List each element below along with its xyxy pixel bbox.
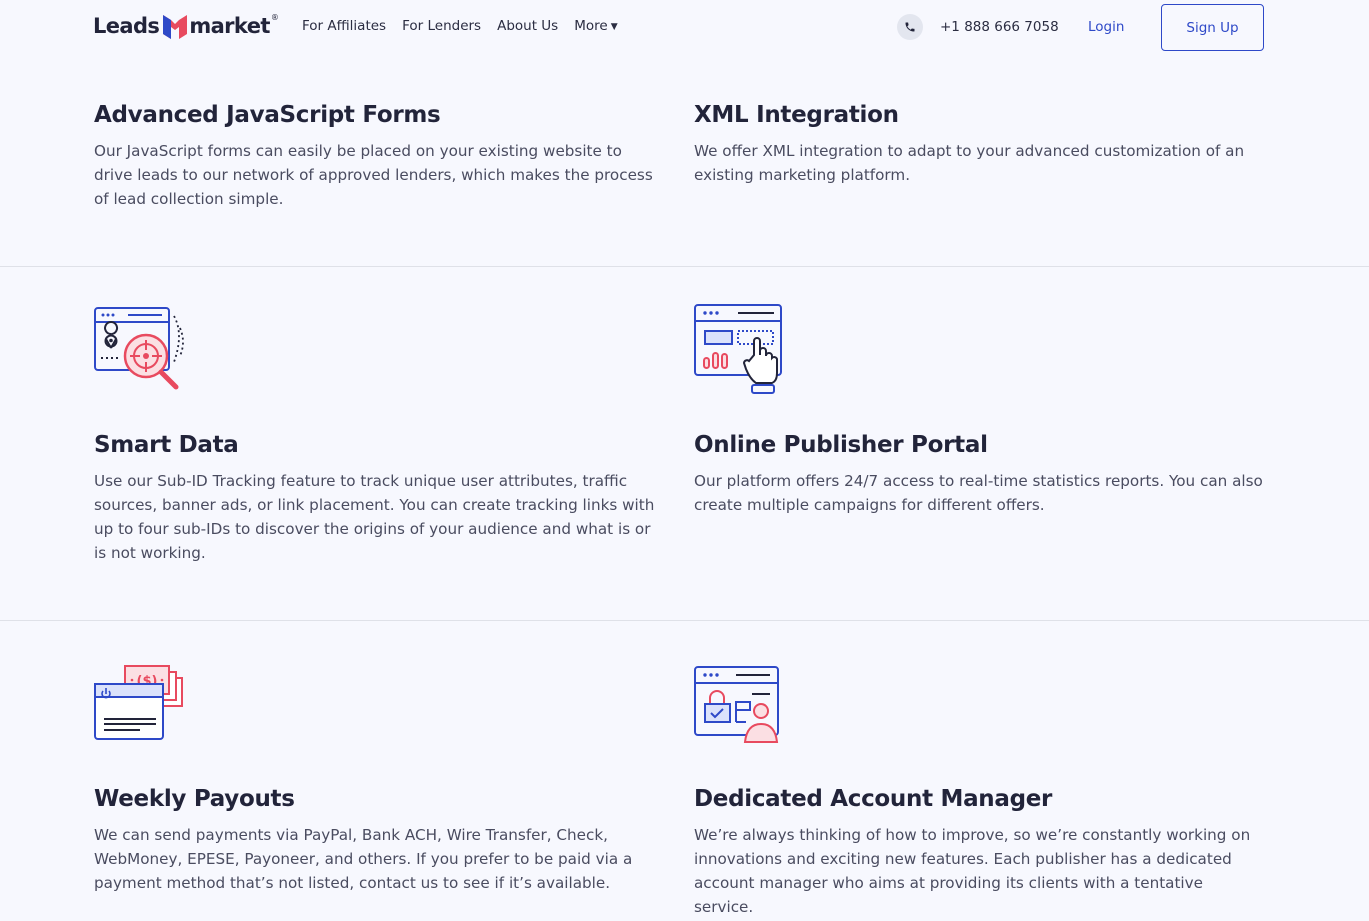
feature-description: We offer XML integration to adapt to you… — [694, 142, 1245, 184]
section-divider — [0, 266, 1369, 267]
logo-text-leads: Leads — [93, 14, 160, 38]
site-header: Leads market ® For Affiliates For Lender… — [0, 0, 1369, 56]
phone-contact[interactable]: +1 888 666 7058 — [897, 14, 1059, 40]
feature-dedicated-account-manager: Dedicated Account Manager We’re always t… — [694, 784, 1259, 919]
feature-description: We can send payments via PayPal, Bank AC… — [94, 826, 633, 892]
main-nav: For Affiliates For Lenders About Us More… — [302, 18, 618, 34]
logo-mark-icon — [162, 12, 188, 40]
feature-title: Weekly Payouts — [94, 786, 295, 812]
logo-text-market: market — [189, 14, 270, 38]
feature-weekly-payouts: Weekly Payouts We can send payments via … — [94, 784, 664, 895]
feature-title: XML Integration — [694, 102, 899, 128]
nav-for-affiliates[interactable]: For Affiliates — [302, 18, 386, 34]
section-divider — [0, 620, 1369, 621]
feature-title: Advanced JavaScript Forms — [94, 102, 441, 128]
feature-title: Online Publisher Portal — [694, 432, 988, 458]
logo-registered-mark: ® — [270, 13, 279, 22]
account-manager-icon — [694, 666, 782, 748]
feature-description: Our JavaScript forms can easily be place… — [94, 142, 653, 208]
feature-title: Dedicated Account Manager — [694, 786, 1053, 812]
phone-number: +1 888 666 7058 — [940, 19, 1059, 35]
feature-smart-data: Smart Data Use our Sub-ID Tracking featu… — [94, 430, 664, 565]
nav-more-label: More — [574, 18, 608, 34]
nav-about-us[interactable]: About Us — [497, 18, 558, 34]
login-link[interactable]: Login — [1088, 19, 1124, 35]
feature-title: Smart Data — [94, 432, 239, 458]
nav-more-dropdown[interactable]: More ▼ — [574, 18, 617, 34]
nav-for-lenders[interactable]: For Lenders — [402, 18, 481, 34]
sign-up-button[interactable]: Sign Up — [1161, 4, 1264, 51]
payment-card-icon: ($) — [94, 664, 186, 746]
feature-xml-integration: XML Integration We offer XML integration… — [694, 100, 1269, 187]
phone-icon — [897, 14, 923, 40]
caret-down-icon: ▼ — [610, 22, 618, 32]
feature-javascript-forms: Advanced JavaScript Forms Our JavaScript… — [94, 100, 664, 211]
dashboard-click-icon — [694, 303, 784, 399]
leadsmarket-logo[interactable]: Leads market ® — [93, 11, 279, 41]
feature-online-publisher-portal: Online Publisher Portal Our platform off… — [694, 430, 1269, 517]
feature-description: Use our Sub-ID Tracking feature to track… — [94, 472, 655, 562]
location-target-icon — [94, 306, 186, 396]
feature-description: Our platform offers 24/7 access to real-… — [694, 472, 1263, 514]
feature-description: We’re always thinking of how to improve,… — [694, 826, 1251, 916]
